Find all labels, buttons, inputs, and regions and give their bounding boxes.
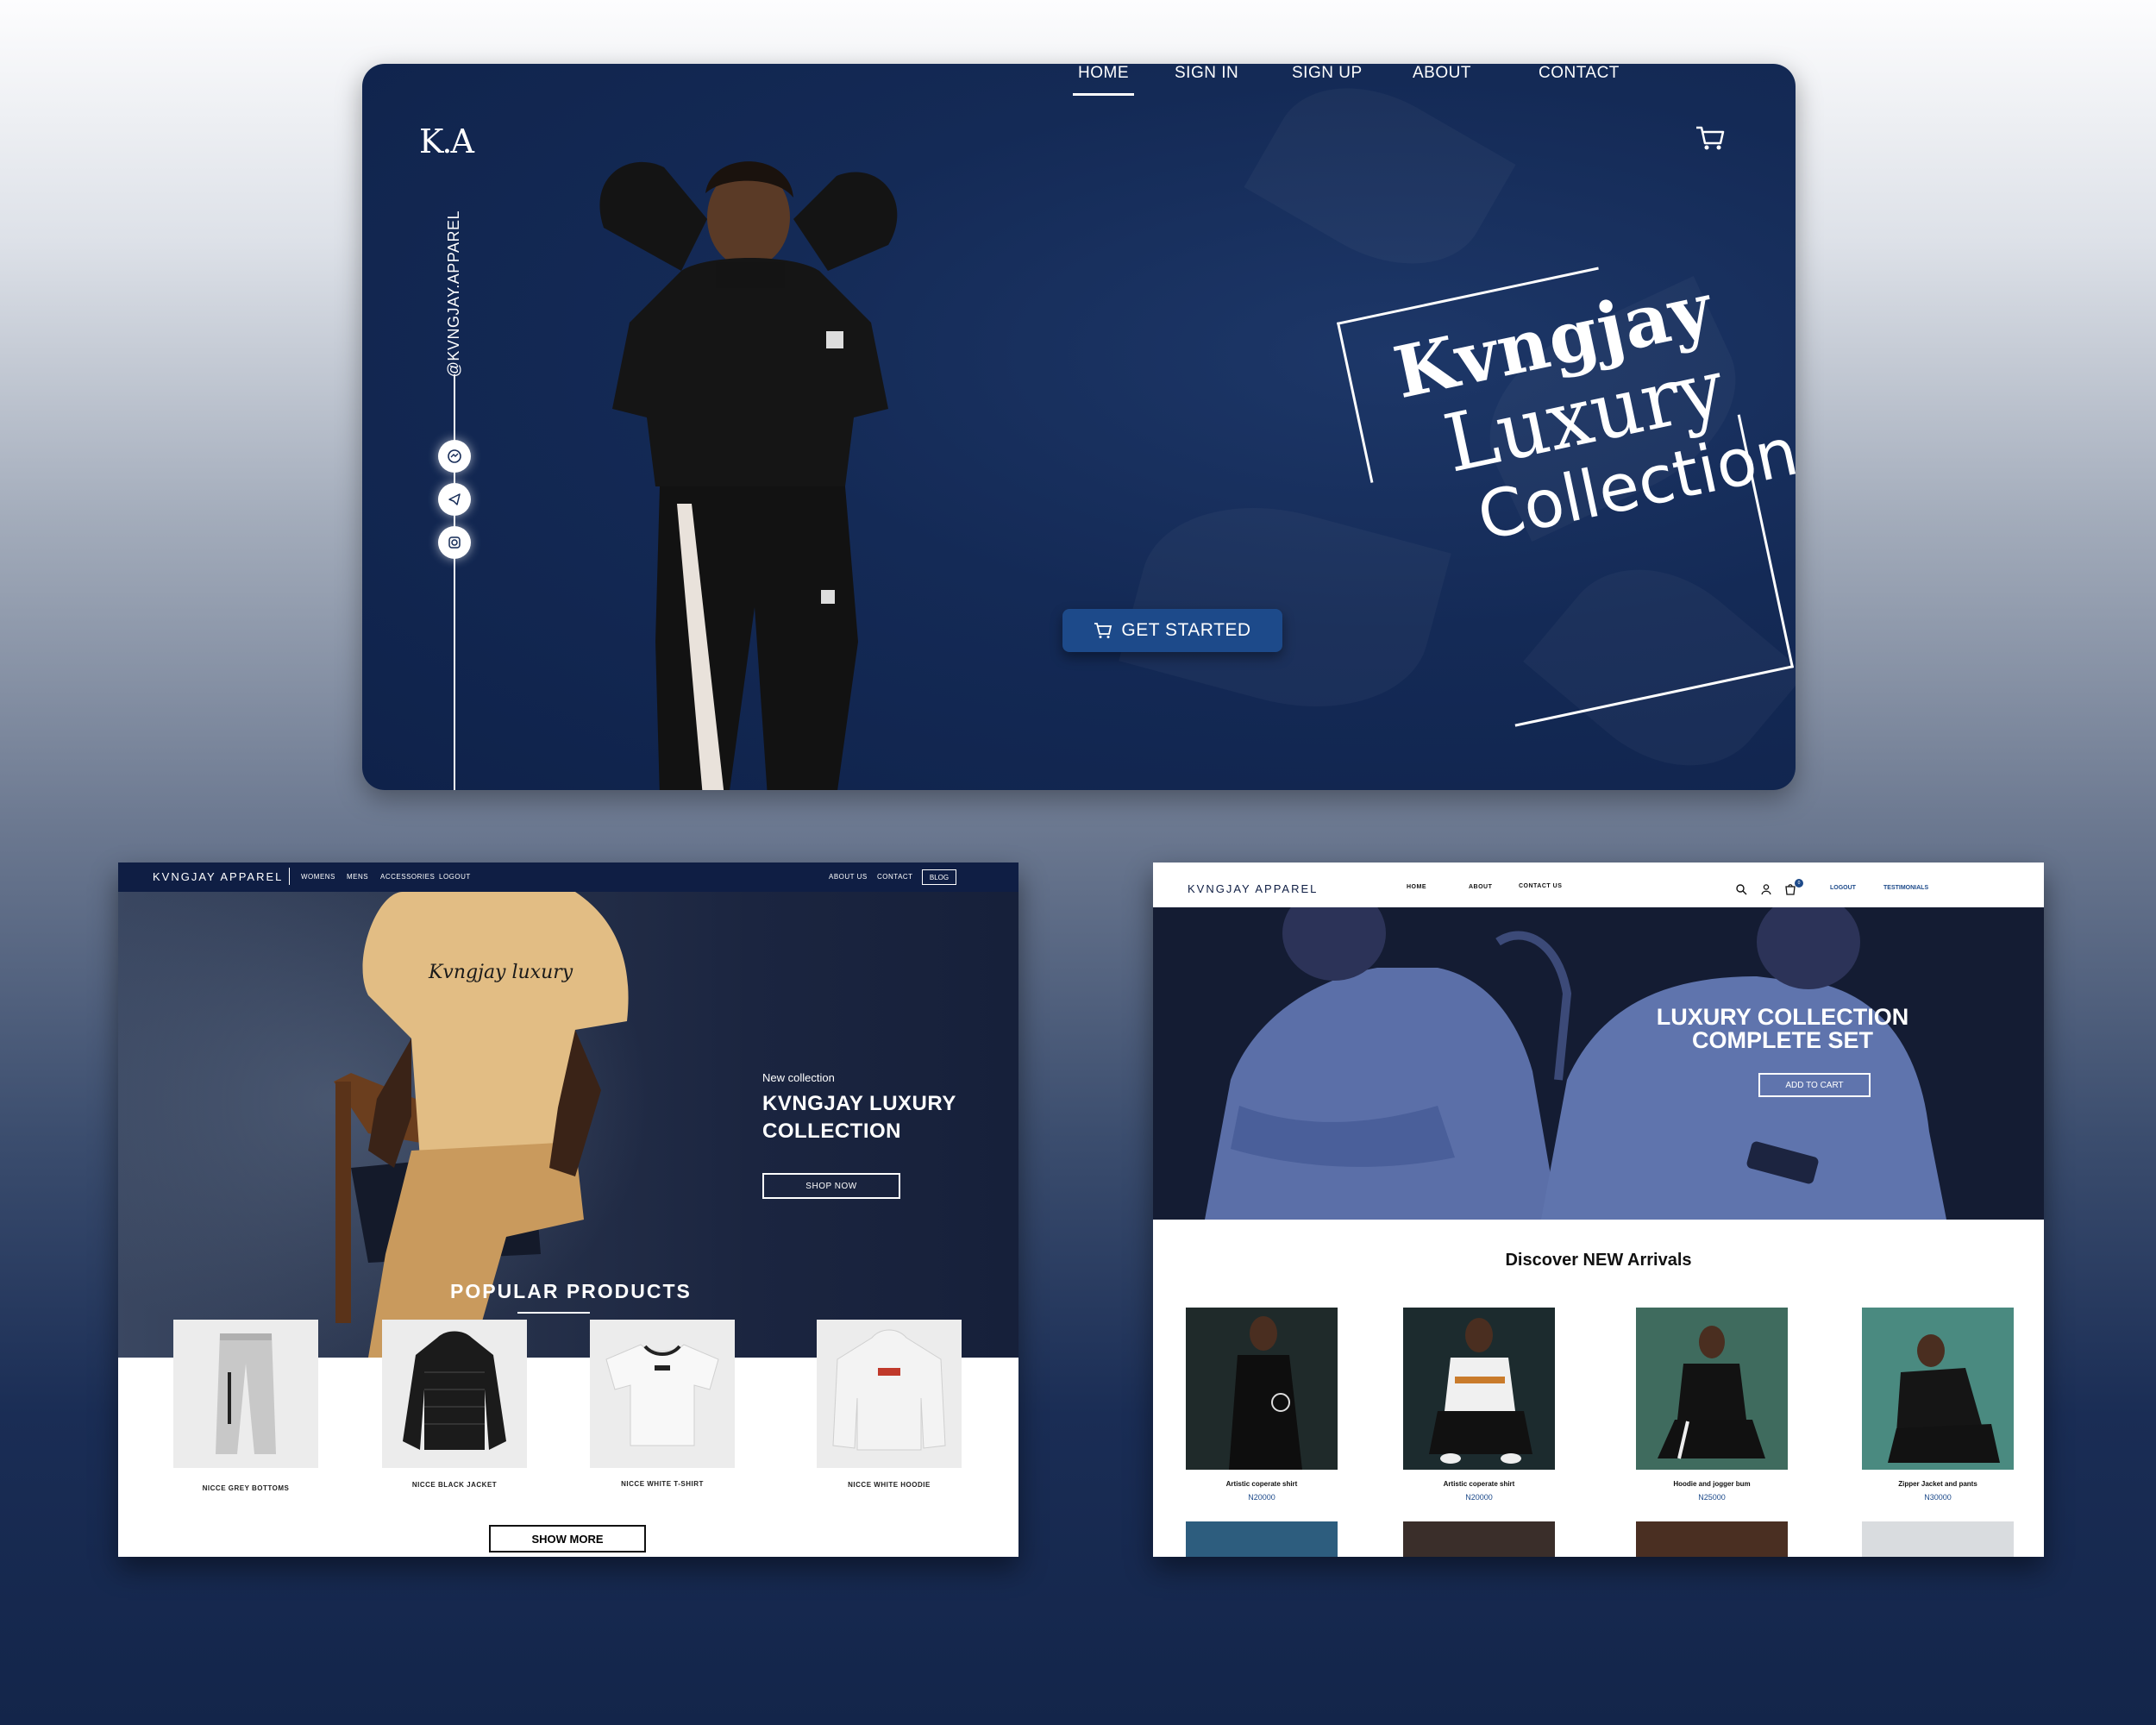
product-image xyxy=(1186,1308,1338,1470)
product-name[interactable]: NICCE BLACK JACKET xyxy=(368,1481,541,1489)
nav-sign-in[interactable]: SIGN IN xyxy=(1175,64,1238,83)
arrival-price: N30000 xyxy=(1924,1493,1952,1502)
testimonials-link[interactable]: TESTIMONIALS xyxy=(1883,885,1928,891)
nav-home[interactable]: HOME xyxy=(1407,884,1426,890)
arrival-price: N20000 xyxy=(1248,1493,1275,1502)
get-started-button[interactable]: GET STARTED xyxy=(1062,609,1282,652)
product-image xyxy=(216,1333,276,1454)
arrival-card[interactable] xyxy=(1186,1308,1338,1470)
divider xyxy=(289,868,290,885)
user-icon[interactable] xyxy=(1760,883,1772,895)
svg-text:Kvngjay luxury: Kvngjay luxury xyxy=(428,962,573,983)
nav-about-us[interactable]: ABOUT US xyxy=(829,873,868,881)
arrival-card[interactable] xyxy=(1403,1308,1555,1470)
brand-name[interactable]: KVNGJAY APPAREL xyxy=(1188,882,1318,895)
hero-banner: LUXURY COLLECTION COMPLETE SET ADD TO CA… xyxy=(1153,907,2044,1220)
product-card[interactable] xyxy=(590,1320,735,1468)
nav-womens[interactable]: WOMENS xyxy=(301,873,335,881)
banner-title: LUXURY COLLECTION COMPLETE SET xyxy=(1636,1006,1929,1052)
section-title: POPULAR PRODUCTS xyxy=(450,1280,692,1302)
product-name[interactable]: NICCE WHITE T-SHIRT xyxy=(576,1480,749,1488)
product-card[interactable] xyxy=(382,1320,527,1468)
product-image xyxy=(1636,1308,1788,1470)
shop-now-button[interactable]: SHOP NOW xyxy=(762,1173,900,1199)
shop-arrivals-mockup: KVNGJAY APPAREL HOME ABOUT CONTACT US 0 … xyxy=(1153,862,2044,1557)
title-underline xyxy=(517,1312,590,1314)
messenger-icon[interactable] xyxy=(438,440,471,473)
product-image xyxy=(832,1329,946,1451)
top-nav-bar: KVNGJAY APPAREL WOMENS MENS ACCESSORIES … xyxy=(118,862,1018,892)
social-handle: @KVNGJAY.APPAREL xyxy=(445,210,462,378)
nav-about[interactable]: ABOUT xyxy=(1413,64,1471,83)
divider-line xyxy=(454,478,455,790)
arrival-card[interactable] xyxy=(1403,1521,1555,1557)
blog-button[interactable]: BLOG xyxy=(922,869,956,885)
search-icon[interactable] xyxy=(1735,883,1747,895)
product-card[interactable] xyxy=(173,1320,318,1468)
nav-about[interactable]: ABOUT xyxy=(1469,884,1492,890)
brand-name[interactable]: KVNGJAY APPAREL xyxy=(153,870,283,883)
arrival-card[interactable] xyxy=(1636,1308,1788,1470)
product-image xyxy=(1862,1308,2014,1470)
hero-banner: Kvngjay luxury New collection KVNGJAY LU… xyxy=(118,892,1018,1358)
cart-icon[interactable] xyxy=(1695,124,1726,152)
nav-sign-up[interactable]: SIGN UP xyxy=(1292,64,1363,83)
banner-title-line1: LUXURY COLLECTION xyxy=(1656,1004,1909,1030)
arrival-card[interactable] xyxy=(1186,1521,1338,1557)
hero-landing-mockup: K.A HOME SIGN IN SIGN UP ABOUT CONTACT @… xyxy=(362,64,1796,790)
banner-title: KVNGJAY LUXURY COLLECTION xyxy=(762,1092,956,1143)
background-leaf xyxy=(1244,64,1515,299)
arrival-card[interactable] xyxy=(1862,1308,2014,1470)
nav-logout[interactable]: LOGOUT xyxy=(439,873,471,881)
banner-title-line2: COMPLETE SET xyxy=(1691,1027,1873,1053)
background-leaf xyxy=(1119,478,1451,737)
brand-logo[interactable]: K.A xyxy=(419,122,474,160)
product-name[interactable]: NICCE GREY BOTTOMS xyxy=(160,1484,332,1492)
product-image xyxy=(403,1331,506,1450)
arrival-price: N25000 xyxy=(1698,1493,1726,1502)
arrival-name[interactable]: Artistic coperate shirt xyxy=(1393,1480,1565,1488)
cart-count-badge: 0 xyxy=(1795,879,1803,888)
shop-home-mockup: KVNGJAY APPAREL WOMENS MENS ACCESSORIES … xyxy=(118,862,1018,1557)
product-card[interactable] xyxy=(817,1320,962,1468)
get-started-label: GET STARTED xyxy=(1121,620,1251,640)
arrival-name[interactable]: Hoodie and jogger bum xyxy=(1626,1480,1798,1488)
nav-contact[interactable]: CONTACT xyxy=(1539,64,1620,83)
logout-link[interactable]: LOGOUT xyxy=(1830,885,1856,891)
nav-home[interactable]: HOME xyxy=(1073,64,1134,96)
show-more-button[interactable]: SHOW MORE xyxy=(489,1525,646,1552)
arrival-name[interactable]: Zipper Jacket and pants xyxy=(1852,1480,2024,1488)
nav-mens[interactable]: MENS xyxy=(347,873,368,881)
nav-contact[interactable]: CONTACT xyxy=(877,873,913,881)
arrival-card[interactable] xyxy=(1862,1521,2014,1557)
nav-contact-us[interactable]: CONTACT US xyxy=(1519,883,1562,889)
product-name[interactable]: NICCE WHITE HOODIE xyxy=(803,1481,975,1489)
nav-accessories[interactable]: ACCESSORIES xyxy=(380,873,435,881)
section-title: Discover NEW Arrivals xyxy=(1505,1251,1692,1270)
add-to-cart-button[interactable]: ADD TO CART xyxy=(1758,1073,1871,1097)
instagram-icon[interactable] xyxy=(438,526,471,559)
arrival-name[interactable]: Artistic coperate shirt xyxy=(1175,1480,1348,1488)
models-photo xyxy=(1153,907,2044,1220)
cart-icon xyxy=(1094,623,1112,638)
banner-kicker: New collection xyxy=(762,1071,835,1084)
product-image xyxy=(605,1344,719,1446)
product-image xyxy=(1403,1308,1555,1470)
model-photo xyxy=(599,161,898,790)
arrival-price: N20000 xyxy=(1465,1493,1493,1502)
arrival-card[interactable] xyxy=(1636,1521,1788,1557)
telegram-icon[interactable] xyxy=(438,483,471,516)
